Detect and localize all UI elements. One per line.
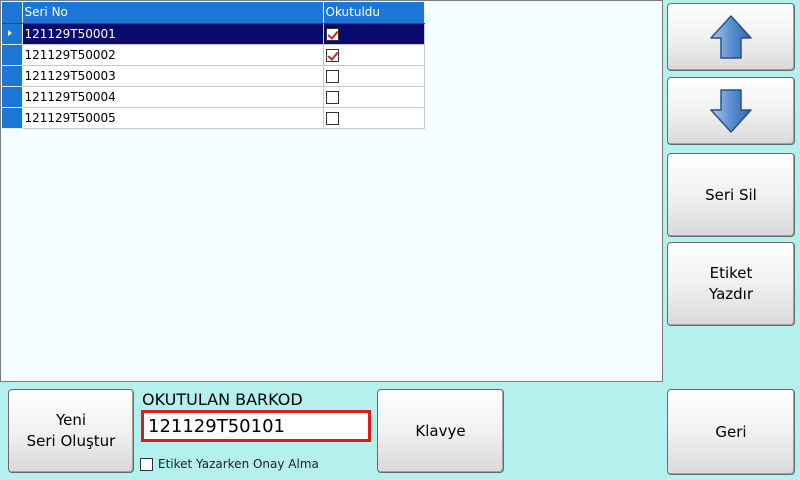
- etiket-yazdir-line2: Yazdır: [708, 285, 754, 303]
- grid-row[interactable]: 121129T50003: [2, 65, 425, 87]
- etiket-yazdir-line1: Etiket: [709, 264, 753, 282]
- geri-label: Geri: [715, 422, 747, 441]
- okutulan-barkod-label: OKUTULAN BARKOD: [142, 390, 303, 409]
- arrow-up-icon: [710, 15, 752, 59]
- grid-row[interactable]: 121129T50004: [2, 86, 425, 108]
- yeni-seri-line1: Yeni: [55, 411, 87, 429]
- onay-alma-checkbox[interactable]: [140, 457, 153, 471]
- okutuldu-checkbox[interactable]: [325, 111, 339, 125]
- row-indicator[interactable]: [2, 44, 23, 66]
- serial-grid-panel: Seri No Okutuldu 121129T50001 121129T5000…: [0, 0, 663, 382]
- seri-sil-button[interactable]: Seri Sil: [667, 153, 795, 237]
- klavye-button[interactable]: Klavye: [377, 389, 504, 473]
- seri-sil-label: Seri Sil: [705, 185, 757, 204]
- serial-grid: Seri No Okutuldu 121129T50001 121129T5000…: [2, 2, 425, 129]
- okutuldu-cell[interactable]: [323, 107, 425, 129]
- serial-cell[interactable]: 121129T50002: [22, 44, 324, 66]
- serial-cell[interactable]: 121129T50005: [22, 107, 324, 129]
- grid-row[interactable]: 121129T50001: [2, 23, 425, 45]
- okutuldu-cell[interactable]: [323, 65, 425, 87]
- serial-cell[interactable]: 121129T50003: [22, 65, 324, 87]
- arrow-down-icon: [710, 89, 752, 133]
- serial-cell[interactable]: 121129T50001: [22, 23, 324, 45]
- row-indicator[interactable]: [2, 107, 23, 129]
- onay-alma-label: Etiket Yazarken Onay Alma: [158, 457, 319, 471]
- row-indicator[interactable]: [2, 65, 23, 87]
- barkod-input[interactable]: [141, 410, 371, 442]
- grid-header-row: Seri No Okutuldu: [2, 2, 425, 24]
- grid-row[interactable]: 121129T50005: [2, 107, 425, 129]
- scroll-down-button[interactable]: [667, 77, 795, 145]
- okutuldu-checkbox[interactable]: [325, 90, 339, 104]
- row-indicator-header: [2, 2, 23, 24]
- column-header-seri-no[interactable]: Seri No: [22, 2, 324, 24]
- serial-cell[interactable]: 121129T50004: [22, 86, 324, 108]
- current-row-arrow-icon: [8, 29, 12, 36]
- yeni-seri-label: Yeni Seri Oluştur: [27, 410, 116, 452]
- row-indicator[interactable]: [2, 86, 23, 108]
- geri-button[interactable]: Geri: [667, 389, 795, 475]
- yeni-seri-line2: Seri Oluştur: [26, 432, 116, 450]
- okutuldu-cell[interactable]: [323, 86, 425, 108]
- klavye-label: Klavye: [415, 421, 466, 440]
- row-indicator[interactable]: [2, 23, 23, 45]
- etiket-yazdir-button[interactable]: Etiket Yazdır: [667, 242, 795, 326]
- okutuldu-checkbox[interactable]: [325, 69, 339, 83]
- onay-alma-option[interactable]: Etiket Yazarken Onay Alma: [140, 457, 319, 471]
- grid-row[interactable]: 121129T50002: [2, 44, 425, 66]
- etiket-yazdir-label: Etiket Yazdır: [709, 263, 753, 305]
- column-header-okutuldu[interactable]: Okutuldu: [323, 2, 425, 24]
- yeni-seri-olustur-button[interactable]: Yeni Seri Oluştur: [8, 389, 134, 473]
- okutuldu-cell[interactable]: [323, 44, 425, 66]
- okutuldu-checkbox[interactable]: [325, 48, 339, 62]
- okutuldu-checkbox[interactable]: [325, 27, 339, 41]
- okutuldu-cell[interactable]: [323, 23, 425, 45]
- scroll-up-button[interactable]: [667, 3, 795, 71]
